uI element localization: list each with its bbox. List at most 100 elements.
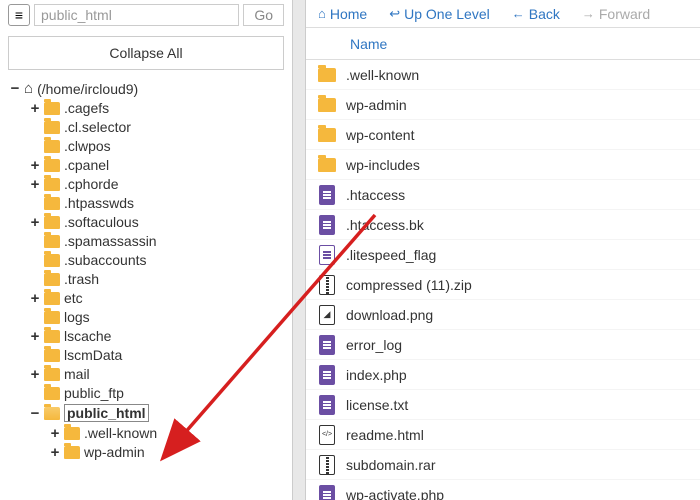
toggle-icon[interactable]: − — [30, 406, 40, 421]
file-name: .htaccess — [346, 187, 405, 203]
tree-item-label[interactable]: lscache — [64, 328, 111, 344]
tree-item-label[interactable]: .cpanel — [64, 157, 109, 173]
folder-icon — [64, 446, 80, 459]
tree-item-label[interactable]: public_ftp — [64, 385, 124, 401]
file-row[interactable]: readme.html — [306, 420, 700, 450]
tree-item-label[interactable]: mail — [64, 366, 90, 382]
toggle-icon[interactable]: + — [30, 215, 40, 230]
tree-item[interactable]: logs — [30, 309, 284, 325]
collapse-all-button[interactable]: Collapse All — [8, 36, 284, 70]
menu-toggle[interactable]: ≡ — [8, 4, 30, 26]
panel-divider[interactable] — [292, 0, 306, 500]
file-name: subdomain.rar — [346, 457, 436, 473]
tree-item[interactable]: lscmData — [30, 347, 284, 363]
file-row[interactable]: .htaccess — [306, 180, 700, 210]
toggle-icon[interactable]: + — [30, 177, 40, 192]
tree-item-label[interactable]: .well-known — [84, 425, 157, 441]
back-icon: ← — [512, 6, 525, 21]
tree-item[interactable]: + wp-admin — [50, 444, 284, 460]
tree-item[interactable]: − public_html — [30, 404, 284, 422]
tree-item-label[interactable]: .subaccounts — [64, 252, 147, 268]
tree-item[interactable]: + .cpanel — [30, 157, 284, 173]
tree-item[interactable]: + lscache — [30, 328, 284, 344]
forward-button[interactable]: →Forward — [582, 6, 650, 22]
tree-item[interactable]: + mail — [30, 366, 284, 382]
file-row[interactable]: license.txt — [306, 390, 700, 420]
tree-item[interactable]: + .cagefs — [30, 100, 284, 116]
folder-icon — [64, 427, 80, 440]
folder-icon — [318, 124, 336, 146]
file-row[interactable]: error_log — [306, 330, 700, 360]
file-name: wp-admin — [346, 97, 407, 113]
tree-item-label[interactable]: .htpasswds — [64, 195, 134, 211]
home-label: Home — [330, 6, 367, 22]
tree-item-label[interactable]: logs — [64, 309, 90, 325]
file-row[interactable]: compressed (11).zip — [306, 270, 700, 300]
tree-item[interactable]: + .cphorde — [30, 176, 284, 192]
toggle-icon[interactable]: + — [30, 291, 40, 306]
tree-item[interactable]: .trash — [30, 271, 284, 287]
file-name: .htaccess.bk — [346, 217, 424, 233]
toggle-icon[interactable]: + — [50, 445, 60, 460]
tree-item[interactable]: .spamassassin — [30, 233, 284, 249]
file-row[interactable]: .htaccess.bk — [306, 210, 700, 240]
file-name: readme.html — [346, 427, 424, 443]
folder-icon — [44, 197, 60, 210]
tree-root[interactable]: − ⌂ (/home/ircloud9) — [10, 80, 284, 97]
tree-item[interactable]: + etc — [30, 290, 284, 306]
toggle-icon[interactable]: + — [30, 158, 40, 173]
tree-item[interactable]: .cl.selector — [30, 119, 284, 135]
tree-item[interactable]: public_ftp — [30, 385, 284, 401]
file-name: wp-activate.php — [346, 487, 444, 500]
tree-item-label[interactable]: .softaculous — [64, 214, 139, 230]
tree-item[interactable]: + .well-known — [50, 425, 284, 441]
tree-item[interactable]: .htpasswds — [30, 195, 284, 211]
forward-label: Forward — [599, 6, 650, 22]
file-row[interactable]: wp-content — [306, 120, 700, 150]
home-button[interactable]: ⌂Home — [318, 6, 367, 22]
column-header-name[interactable]: Name — [306, 28, 700, 60]
file-name: .well-known — [346, 67, 419, 83]
file-row[interactable]: wp-includes — [306, 150, 700, 180]
tree-item-label[interactable]: lscmData — [64, 347, 122, 363]
folder-icon — [44, 407, 60, 420]
tree-item-label[interactable]: wp-admin — [84, 444, 145, 460]
tree-item-label[interactable]: public_html — [67, 405, 146, 421]
tree-item-label[interactable]: etc — [64, 290, 83, 306]
folder-icon — [318, 94, 336, 116]
toggle-icon[interactable]: − — [10, 81, 20, 96]
go-button[interactable]: Go — [243, 4, 284, 26]
folder-icon — [44, 235, 60, 248]
docout-icon — [318, 244, 336, 266]
folder-icon — [44, 178, 60, 191]
file-row[interactable]: .well-known — [306, 60, 700, 90]
file-row[interactable]: wp-admin — [306, 90, 700, 120]
toggle-icon[interactable]: + — [50, 426, 60, 441]
toggle-icon[interactable]: + — [30, 329, 40, 344]
tree-item[interactable]: .subaccounts — [30, 252, 284, 268]
folder-tree: − ⌂ (/home/ircloud9) + .cagefs .cl.selecto… — [8, 80, 284, 460]
path-input[interactable] — [34, 4, 239, 26]
file-row[interactable]: subdomain.rar — [306, 450, 700, 480]
up-one-level-button[interactable]: ↩Up One Level — [389, 6, 490, 22]
tree-item[interactable]: + .softaculous — [30, 214, 284, 230]
tree-item[interactable]: .clwpos — [30, 138, 284, 154]
folder-icon — [44, 140, 60, 153]
back-button[interactable]: ←Back — [512, 6, 560, 22]
png-icon — [318, 304, 336, 326]
file-row[interactable]: index.php — [306, 360, 700, 390]
tree-item-label[interactable]: .clwpos — [64, 138, 111, 154]
toggle-icon[interactable]: + — [30, 101, 40, 116]
toggle-icon[interactable]: + — [30, 367, 40, 382]
tree-item-label[interactable]: .cagefs — [64, 100, 109, 116]
file-row[interactable]: download.png — [306, 300, 700, 330]
tree-item-label[interactable]: .spamassassin — [64, 233, 157, 249]
folder-icon — [44, 159, 60, 172]
doc-icon — [318, 484, 336, 500]
file-row[interactable]: .litespeed_flag — [306, 240, 700, 270]
tree-item-label[interactable]: .cphorde — [64, 176, 118, 192]
tree-item-label[interactable]: .trash — [64, 271, 99, 287]
root-label[interactable]: (/home/ircloud9) — [37, 81, 138, 97]
file-row[interactable]: wp-activate.php — [306, 480, 700, 500]
tree-item-label[interactable]: .cl.selector — [64, 119, 131, 135]
